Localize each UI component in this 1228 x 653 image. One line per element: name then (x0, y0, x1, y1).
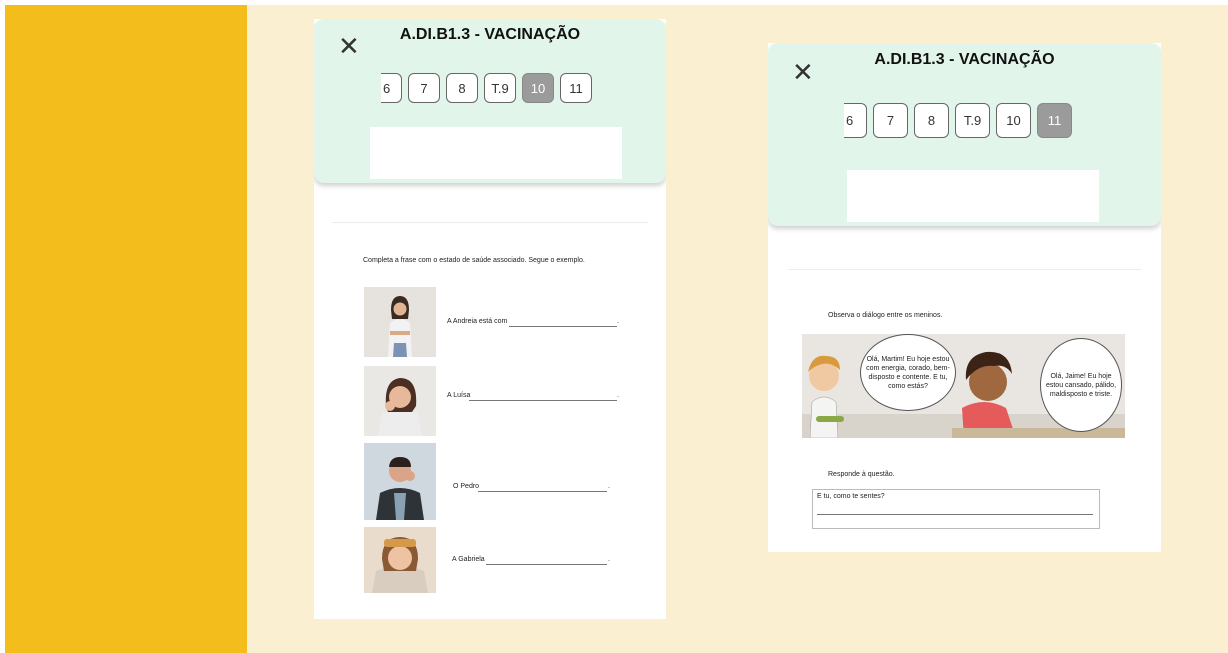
tab-6[interactable]: 6 (844, 103, 867, 138)
photo-pedro (364, 443, 436, 520)
speech-bubble-left: Olá, Martim! Eu hoje estou com energia, … (860, 334, 956, 411)
divider (332, 222, 648, 223)
yellow-sidebar (5, 5, 247, 653)
tab-8[interactable]: 8 (446, 73, 478, 103)
period: . (608, 483, 610, 490)
content-box (370, 127, 622, 179)
answer-line[interactable] (817, 514, 1093, 515)
tab-10[interactable]: 10 (522, 73, 554, 103)
tab-6[interactable]: 6 (381, 73, 402, 103)
photo-andreia (364, 287, 436, 357)
tab-t9[interactable]: T.9 (484, 73, 516, 103)
tab-bar: 6 7 8 T.9 10 11 (381, 73, 592, 103)
slide-background: Completa a frase com o estado de saúde a… (5, 5, 1228, 653)
row-text: A Gabriela (452, 556, 485, 563)
tab-7[interactable]: 7 (873, 103, 908, 138)
tab-11[interactable]: 11 (1037, 103, 1072, 138)
tab-7[interactable]: 7 (408, 73, 440, 103)
tab-10[interactable]: 10 (996, 103, 1031, 138)
header-panel: ✕ A.DI.B1.3 - VACINAÇÃO 6 7 8 T.9 10 11 (768, 43, 1161, 226)
period: . (617, 318, 619, 325)
answer-line[interactable] (469, 400, 617, 401)
photo-gabriela (364, 527, 436, 593)
question-box: E tu, como te sentes? (812, 489, 1100, 529)
row-text: A Luísa (447, 392, 471, 399)
answer-line[interactable] (478, 491, 607, 492)
photo-luisa (364, 366, 436, 436)
tab-8[interactable]: 8 (914, 103, 949, 138)
divider (788, 269, 1141, 270)
screen-1: Completa a frase com o estado de saúde a… (314, 19, 666, 619)
answer-line[interactable] (509, 326, 617, 327)
instruction-text: Observa o diálogo entre os meninos. (828, 312, 943, 319)
tab-bar: 6 7 8 T.9 10 11 (844, 103, 1072, 138)
question-text: E tu, como te sentes? (817, 493, 885, 500)
dialogue-illustration: Olá, Martim! Eu hoje estou com energia, … (802, 334, 1125, 438)
row-text: O Pedro (453, 483, 480, 490)
period: . (608, 556, 610, 563)
answer-line[interactable] (486, 564, 607, 565)
instruction-text: Completa a frase com o estado de saúde a… (363, 257, 585, 264)
speech-bubble-right: Olá, Jaime! Eu hoje estou cansado, pálid… (1040, 338, 1122, 432)
period: . (617, 392, 619, 399)
row-text: A Andreia está com (447, 318, 508, 325)
tab-t9[interactable]: T.9 (955, 103, 990, 138)
screen-2: Observa o diálogo entre os meninos. Olá,… (768, 43, 1161, 552)
tab-11[interactable]: 11 (560, 73, 592, 103)
page-title: A.DI.B1.3 - VACINAÇÃO (874, 51, 1055, 68)
question-instruction: Responde à questão. (828, 471, 895, 478)
content-box (847, 170, 1099, 222)
page-title: A.DI.B1.3 - VACINAÇÃO (399, 26, 581, 43)
header-panel: ✕ A.DI.B1.3 - VACINAÇÃO 6 7 8 T.9 10 11 (314, 19, 666, 183)
